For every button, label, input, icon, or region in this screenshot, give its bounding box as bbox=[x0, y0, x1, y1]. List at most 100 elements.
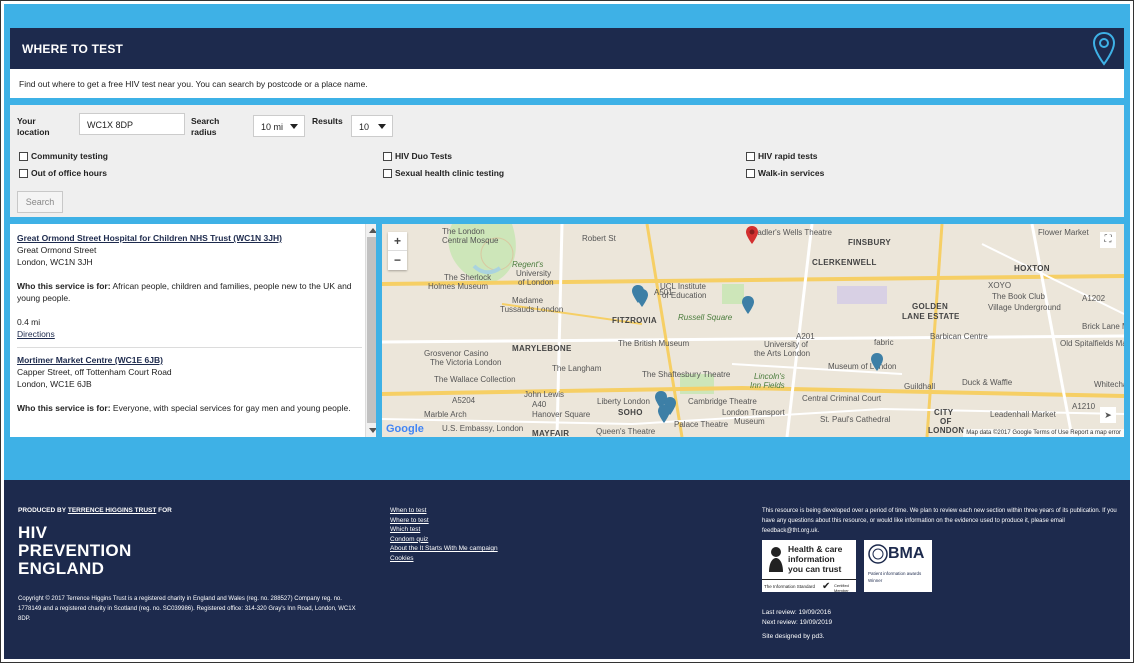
results-select-value: 10 bbox=[359, 122, 370, 132]
map-label: Brick Lane M bbox=[1082, 322, 1124, 331]
map-label: FINSBURY bbox=[848, 238, 891, 247]
checkbox-box[interactable] bbox=[746, 168, 755, 178]
scrollbar-thumb[interactable] bbox=[367, 237, 376, 423]
map-label: Robert St bbox=[582, 234, 616, 243]
zoom-in-button[interactable]: + bbox=[388, 232, 407, 251]
footer-link-condom-quiz[interactable]: Condom quiz bbox=[390, 535, 498, 545]
map-label: the Arts London bbox=[754, 349, 811, 358]
checkbox-out-of-office-hours[interactable]: Out of office hours bbox=[19, 168, 107, 178]
footer-link-cookies[interactable]: Cookies bbox=[390, 554, 498, 564]
map-label: London Transport bbox=[722, 408, 785, 417]
radius-select[interactable]: 10 mi bbox=[253, 115, 305, 137]
designer-credit: Site designed by pd3. bbox=[762, 633, 825, 640]
intro-text: Find out where to get a free HIV test ne… bbox=[19, 79, 368, 89]
map-label: MARYLEBONE bbox=[512, 344, 572, 353]
badge1-title: Health & care information you can trust bbox=[788, 544, 842, 574]
checkbox-hiv-rapid-tests[interactable]: HIV rapid tests bbox=[746, 151, 818, 161]
checkbox-label: HIV Duo Tests bbox=[395, 151, 452, 161]
result-address: Great Ormond Street bbox=[17, 245, 97, 255]
checkbox-box[interactable] bbox=[383, 151, 392, 161]
checkbox-box[interactable] bbox=[383, 168, 392, 178]
check-icon: ✔ bbox=[822, 581, 831, 592]
directions-link[interactable]: Directions bbox=[17, 329, 55, 339]
map-label: GOLDEN bbox=[912, 302, 949, 311]
scroll-down-icon[interactable] bbox=[369, 428, 376, 433]
google-logo: Google bbox=[386, 423, 424, 435]
map-marker-red[interactable] bbox=[745, 225, 759, 245]
result-address: Capper Street, off Tottenham Court Road bbox=[17, 367, 172, 377]
results-scrollbar[interactable] bbox=[365, 224, 376, 437]
map-marker[interactable] bbox=[657, 404, 671, 424]
result-audience-label: Who this service is for: bbox=[17, 281, 111, 291]
badge1-footer: The Information Standard ✔ Certified Mem… bbox=[762, 579, 856, 593]
map-label: A1210 bbox=[1072, 402, 1096, 411]
map-marker[interactable] bbox=[635, 288, 649, 308]
result-name-link[interactable]: Mortimer Market Centre (WC1E 6JB) bbox=[17, 354, 357, 366]
person-icon bbox=[769, 547, 783, 572]
results-select[interactable]: 10 bbox=[351, 115, 393, 137]
footer-link-campaign[interactable]: About the It Starts With Me campaign bbox=[390, 544, 498, 554]
zoom-out-button[interactable]: − bbox=[388, 251, 407, 270]
radius-label-line: Search bbox=[191, 116, 220, 126]
result-audience-label: Who this service is for: bbox=[17, 403, 111, 413]
map-label: of London bbox=[518, 278, 554, 287]
checkbox-sexual-health-clinic[interactable]: Sexual health clinic testing bbox=[383, 168, 504, 178]
map-label: Palace Theatre bbox=[674, 420, 729, 429]
review-note: This resource is being developed over a … bbox=[762, 508, 1117, 534]
checkbox-community-testing[interactable]: Community testing bbox=[19, 151, 108, 161]
map-attribution[interactable]: Map data ©2017 Google Terms of Use Repor… bbox=[963, 429, 1124, 437]
map-label: LONDON bbox=[928, 426, 965, 435]
radius-select-value: 10 mi bbox=[261, 122, 284, 132]
map-label: CITY bbox=[934, 408, 954, 417]
footer-link-where-to-test[interactable]: Where to test bbox=[390, 516, 498, 526]
fullscreen-icon[interactable]: ⛶ bbox=[1100, 232, 1116, 248]
map-label: A501 bbox=[654, 288, 673, 297]
map-label: Tussauds London bbox=[500, 305, 564, 314]
results-list: Great Ormond Street Hospital for Childre… bbox=[10, 224, 376, 437]
map-label: The Shaftesbury Theatre bbox=[642, 370, 731, 379]
map-label: The Wallace Collection bbox=[434, 375, 516, 384]
result-address: London, WC1N 3JH bbox=[17, 257, 93, 267]
location-input[interactable]: WC1X 8DP bbox=[79, 113, 185, 135]
badge1-member: Certified Member bbox=[834, 583, 849, 593]
last-review: Last review: 19/09/2016 bbox=[762, 609, 832, 616]
checkbox-hiv-duo-tests[interactable]: HIV Duo Tests bbox=[383, 151, 452, 161]
map-label: Sadler's Wells Theatre bbox=[752, 228, 832, 237]
results-map[interactable]: The London Central Mosque Robert St Rege… bbox=[382, 224, 1124, 437]
search-button[interactable]: Search bbox=[17, 191, 63, 213]
chevron-down-icon bbox=[290, 124, 298, 129]
bma-award-badge: BMA Patient information awards Winner bbox=[864, 540, 932, 592]
checkbox-box[interactable] bbox=[746, 151, 755, 161]
map-label: SOHO bbox=[618, 408, 643, 417]
produced-suffix: FOR bbox=[158, 507, 172, 514]
map-label: Museum bbox=[734, 417, 765, 426]
tht-link[interactable]: TERRENCE HIGGINS TRUST bbox=[68, 507, 156, 514]
map-marker[interactable] bbox=[741, 295, 755, 315]
checkbox-walk-in-services[interactable]: Walk-in services bbox=[746, 168, 824, 178]
result-name-link[interactable]: Great Ormond Street Hospital for Childre… bbox=[17, 232, 357, 244]
location-label-line: Your bbox=[17, 116, 36, 126]
map-marker[interactable] bbox=[870, 352, 884, 372]
map-label: St. Paul's Cathedral bbox=[820, 415, 891, 424]
checkbox-label: HIV rapid tests bbox=[758, 151, 818, 161]
radius-label: Search radius bbox=[191, 116, 219, 138]
scroll-up-icon[interactable] bbox=[369, 228, 376, 233]
map-label: Liberty London bbox=[597, 397, 650, 406]
page-title: WHERE TO TEST bbox=[22, 42, 124, 56]
my-location-icon[interactable]: ➤ bbox=[1100, 407, 1116, 423]
map-label: Museum of London bbox=[828, 362, 897, 371]
checkbox-box[interactable] bbox=[19, 168, 28, 178]
map-label: Central Criminal Court bbox=[802, 394, 882, 403]
chevron-down-icon bbox=[378, 124, 386, 129]
map-label: A201 bbox=[796, 332, 815, 341]
map-label: Guildhall bbox=[904, 382, 936, 391]
checkbox-box[interactable] bbox=[19, 151, 28, 161]
bma-sub: Patient information awards bbox=[868, 571, 922, 576]
result-audience: Who this service is for: Everyone, with … bbox=[17, 402, 357, 414]
map-label: OF bbox=[940, 417, 952, 426]
footer-link-when-to-test[interactable]: When to test bbox=[390, 506, 498, 516]
footer-link-which-test[interactable]: Which test bbox=[390, 525, 498, 535]
map-label: Madame bbox=[512, 296, 544, 305]
map-label: Regent's bbox=[512, 260, 544, 269]
map-label: The London bbox=[442, 227, 485, 236]
